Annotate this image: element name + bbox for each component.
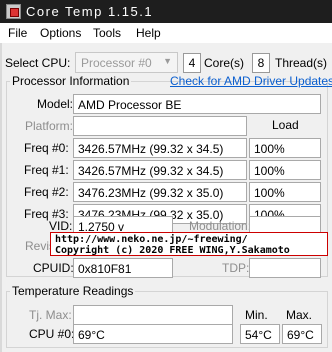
freq0-label: Freq #0: bbox=[24, 141, 69, 155]
min-temp-value: 54°C bbox=[240, 324, 280, 344]
load1-value: 100% bbox=[249, 160, 321, 180]
max-header: Max. bbox=[286, 308, 313, 322]
freq0-value: 3426.57MHz (99.32 x 34.5) bbox=[73, 138, 247, 158]
freq2-label: Freq #2: bbox=[24, 185, 69, 199]
model-value: AMD Processor BE bbox=[73, 94, 321, 114]
cpuid-label: CPUID: bbox=[33, 261, 74, 275]
menu-bar: File Options Tools Help bbox=[0, 23, 332, 43]
platform-label: Platform: bbox=[25, 119, 74, 133]
tdp-value bbox=[249, 258, 321, 278]
tooltip-url: http://www.neko.ne.jp/~freewing/ bbox=[55, 234, 248, 245]
menu-options[interactable]: Options bbox=[40, 26, 81, 40]
cpu-select-value: Processor #0 bbox=[81, 56, 152, 70]
threads-count: 8 bbox=[252, 53, 270, 73]
cpu0-temp-label: CPU #0: bbox=[29, 327, 75, 341]
cores-label: Core(s) bbox=[204, 56, 245, 70]
about-tooltip: http://www.neko.ne.jp/~freewing/Copyrigh… bbox=[50, 232, 328, 256]
tdp-label: TDP: bbox=[222, 261, 250, 275]
window-left-edge bbox=[0, 23, 2, 352]
cores-count: 4 bbox=[183, 53, 201, 73]
select-cpu-label: Select CPU: bbox=[5, 56, 71, 70]
cpu0-temp-value: 69°C bbox=[73, 324, 233, 344]
vid-label: VID: bbox=[49, 219, 73, 233]
app-icon bbox=[6, 4, 21, 19]
processor-info-title: Processor Information bbox=[10, 74, 132, 88]
menu-help[interactable]: Help bbox=[136, 26, 161, 40]
amd-driver-link[interactable]: Check for AMD Driver Updates bbox=[170, 74, 332, 88]
tjmax-value bbox=[73, 305, 233, 325]
threads-label: Thread(s) bbox=[275, 56, 328, 70]
freq2-value: 3476.23MHz (99.32 x 35.0) bbox=[73, 182, 247, 202]
tjmax-label: Tj. Max: bbox=[29, 308, 72, 322]
chevron-down-icon: ▼ bbox=[163, 56, 172, 66]
max-temp-value: 69°C bbox=[282, 324, 322, 344]
platform-value bbox=[73, 116, 247, 136]
tooltip-copyright: Copyright (c) 2020 FREE WING,Y.Sakamoto bbox=[55, 245, 290, 256]
cpuid-value: 0x810F81 bbox=[73, 258, 173, 278]
window-title: Core Temp 1.15.1 bbox=[26, 4, 154, 19]
title-bar[interactable]: Core Temp 1.15.1 bbox=[0, 0, 332, 23]
load2-value: 100% bbox=[249, 182, 321, 202]
model-label: Model: bbox=[37, 97, 74, 111]
load-header: Load bbox=[272, 118, 299, 132]
temperature-title: Temperature Readings bbox=[10, 284, 136, 298]
freq1-label: Freq #1: bbox=[24, 163, 69, 177]
menu-file[interactable]: File bbox=[8, 26, 27, 40]
freq1-value: 3426.57MHz (99.32 x 34.5) bbox=[73, 160, 247, 180]
min-header: Min. bbox=[245, 308, 268, 322]
load0-value: 100% bbox=[249, 138, 321, 158]
menu-tools[interactable]: Tools bbox=[93, 26, 121, 40]
cpu-select-dropdown[interactable]: Processor #0 ▼ bbox=[75, 52, 178, 73]
modulation-label: Modulation: bbox=[189, 219, 252, 233]
